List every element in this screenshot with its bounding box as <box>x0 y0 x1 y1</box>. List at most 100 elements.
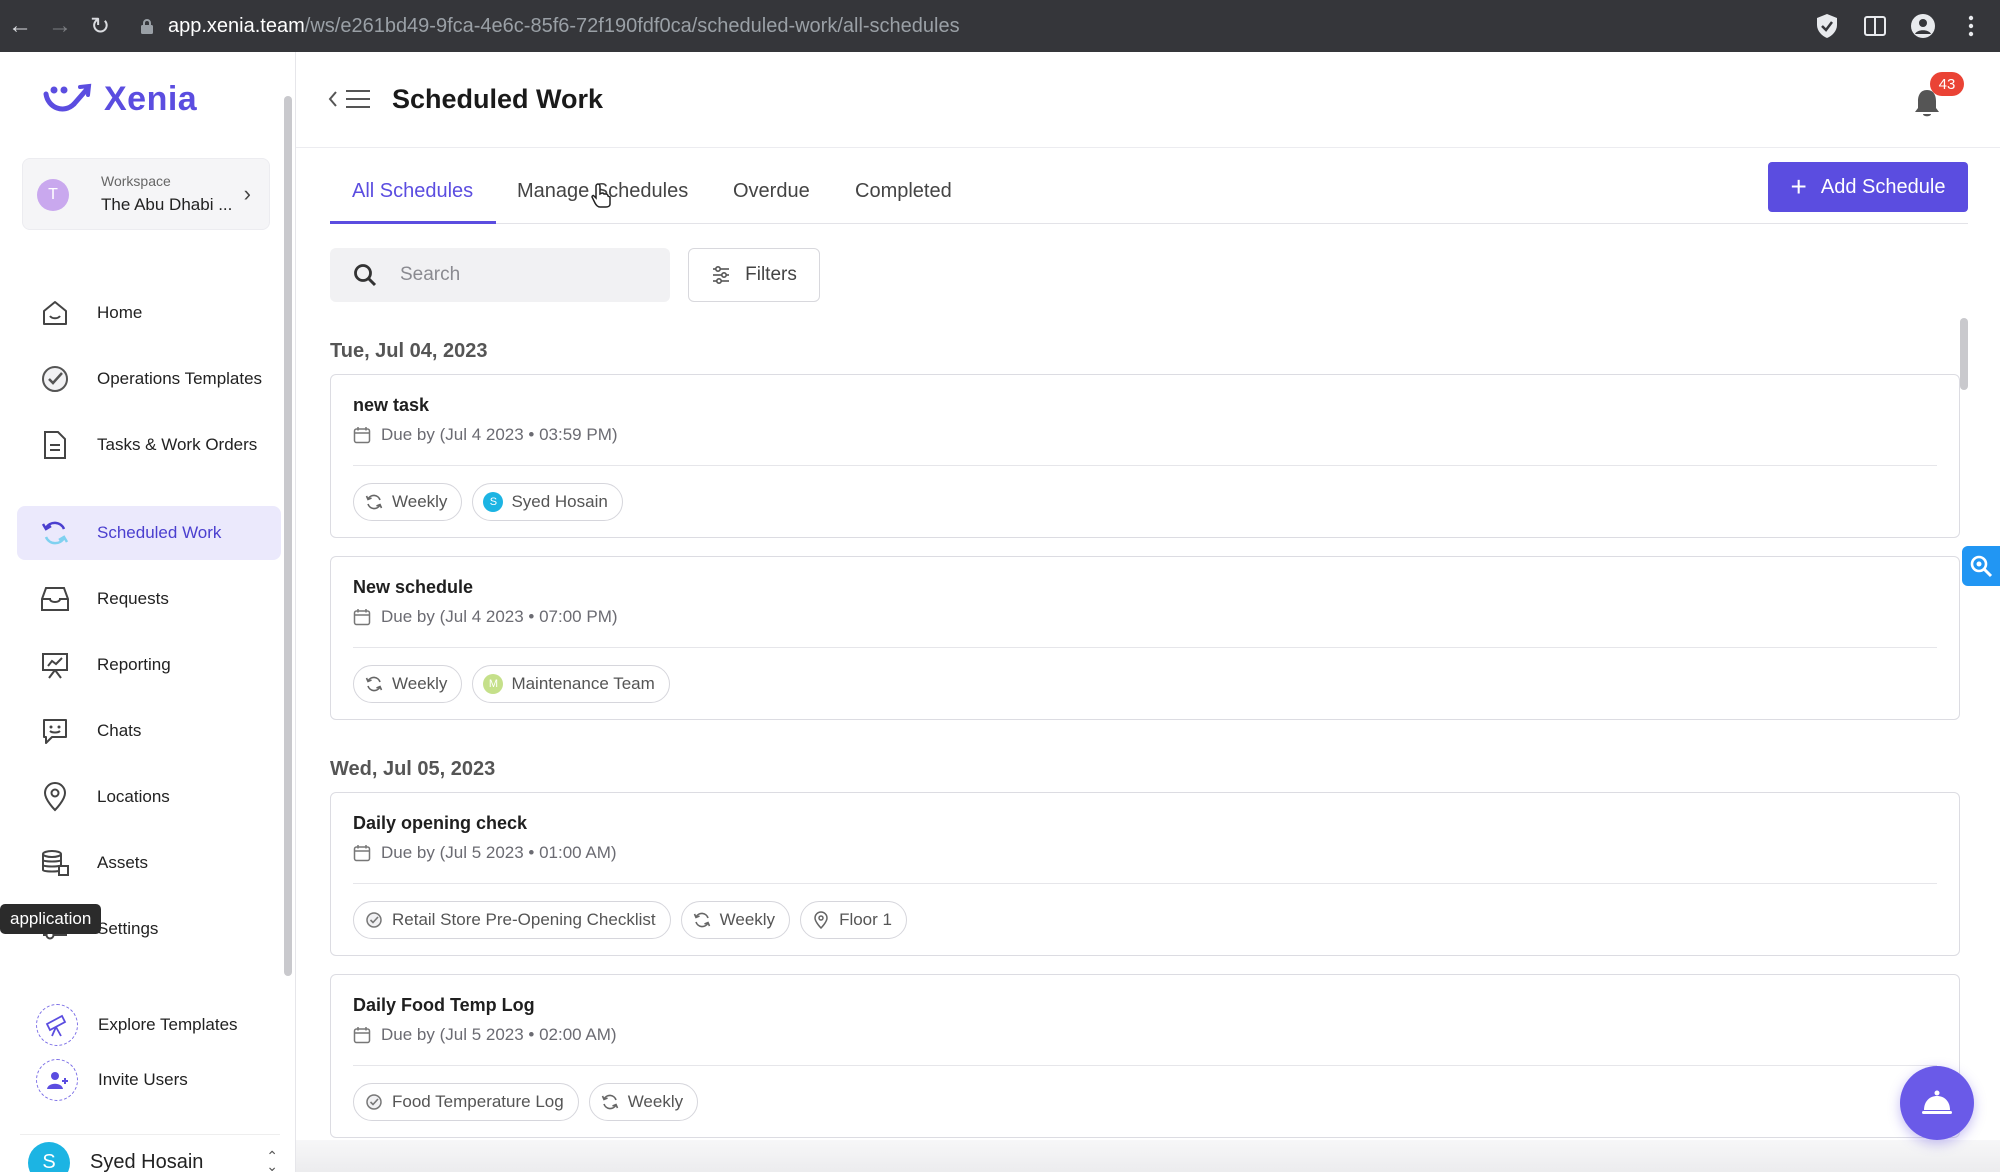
assignee-avatar: M <box>483 674 504 694</box>
logo[interactable]: Xenia <box>42 80 197 119</box>
lock-icon <box>141 19 153 34</box>
tab-all-schedules[interactable]: All Schedules <box>352 180 473 203</box>
zoom-search-widget[interactable] <box>1962 546 2000 586</box>
card-divider <box>353 883 1937 884</box>
sidebar-item-operations-templates[interactable]: Operations Templates <box>17 352 281 406</box>
schedule-title: Daily opening check <box>353 813 528 833</box>
recurrence-chip: Weekly <box>353 483 463 521</box>
shield-icon[interactable] <box>1814 13 1840 39</box>
calendar-icon <box>353 427 371 444</box>
database-icon <box>37 845 73 881</box>
sidebar-scrollbar[interactable] <box>284 96 292 976</box>
schedule-due: Due by (Jul 4 2023 • 03:59 PM) <box>353 425 618 445</box>
tab-bar: All Schedules Manage Schedules Overdue C… <box>330 162 1968 224</box>
explore-templates-link[interactable]: Explore Templates <box>36 1000 238 1050</box>
schedule-card[interactable]: new task Due by (Jul 4 2023 • 03:59 PM) … <box>330 374 1960 538</box>
tooltip: application <box>0 904 102 934</box>
sidebar-item-requests[interactable]: Requests <box>17 572 281 626</box>
assignee-chip: S Syed Hosain <box>472 483 623 521</box>
location-chip: Floor 1 <box>800 901 907 939</box>
home-icon <box>37 295 73 331</box>
schedule-card[interactable]: New schedule Due by (Jul 4 2023 • 07:00 … <box>330 556 1960 720</box>
recurrence-chip: Weekly <box>588 1083 699 1121</box>
chevron-right-icon: › <box>243 181 251 206</box>
forward-icon[interactable]: → <box>40 6 80 46</box>
back-icon[interactable]: ← <box>0 6 40 46</box>
presentation-chart-icon <box>37 647 73 683</box>
check-circle-icon <box>364 1092 384 1112</box>
hamburger-icon <box>346 90 370 108</box>
schedule-card[interactable]: Daily opening check Due by (Jul 5 2023 •… <box>330 792 1960 956</box>
workspace-label: Workspace <box>101 173 171 189</box>
tab-completed[interactable]: Completed <box>855 180 952 203</box>
sidebar-item-locations[interactable]: Locations <box>17 770 281 824</box>
chip-label: Weekly <box>392 492 448 511</box>
location-pin-icon <box>811 910 831 930</box>
notification-badge: 43 <box>1930 72 1964 96</box>
address-bar[interactable]: app.xenia.team/ws/e261bd49-9fca-4e6c-85f… <box>140 15 960 38</box>
template-chip: Retail Store Pre-Opening Checklist <box>353 901 671 939</box>
chip-label: Maintenance Team <box>511 674 655 693</box>
schedule-title: new task <box>353 395 430 415</box>
calendar-icon <box>353 1027 371 1044</box>
check-circle-icon <box>37 361 73 397</box>
calendar-icon <box>353 609 371 626</box>
sidebar-item-home[interactable]: Home <box>17 286 281 340</box>
sidebar-item-tasks-work-orders[interactable]: Tasks & Work Orders <box>17 418 281 472</box>
search-field[interactable] <box>330 248 670 302</box>
chip-label: Floor 1 <box>839 910 892 929</box>
date-group-heading: Wed, Jul 05, 2023 <box>330 758 496 780</box>
url-host: app.xenia.team <box>168 14 305 37</box>
profile-icon[interactable] <box>1910 13 1936 39</box>
chip-label: Weekly <box>392 674 448 693</box>
schedule-due-text: Due by (Jul 4 2023 • 07:00 PM) <box>381 607 618 626</box>
sidebar-item-scheduled-work[interactable]: Scheduled Work <box>17 506 281 560</box>
sidebar-item-reporting[interactable]: Reporting <box>17 638 281 692</box>
add-schedule-button[interactable]: + Add Schedule <box>1768 162 1968 212</box>
tab-overdue[interactable]: Overdue <box>733 180 810 203</box>
sidebar-item-label: Reporting <box>97 655 171 674</box>
page-header: Scheduled Work 43 <box>296 52 2000 148</box>
logo-text: Xenia <box>104 80 198 118</box>
assignee-chip: M Maintenance Team <box>472 665 670 703</box>
split-view-icon[interactable] <box>1862 13 1888 39</box>
chip-label: Weekly <box>627 1092 684 1111</box>
content-scrollbar[interactable] <box>1960 318 1968 390</box>
menu-toggle-button[interactable] <box>326 88 372 110</box>
recurring-icon <box>600 1092 620 1112</box>
schedule-due: Due by (Jul 5 2023 • 01:00 AM) <box>353 843 617 863</box>
search-icon <box>354 264 377 287</box>
schedule-title: Daily Food Temp Log <box>353 995 535 1015</box>
help-chat-button[interactable] <box>1900 1066 1974 1140</box>
sidebar-item-chats[interactable]: Chats <box>17 704 281 758</box>
date-group-heading: Tue, Jul 04, 2023 <box>330 340 488 362</box>
reload-icon[interactable]: ↻ <box>80 6 120 46</box>
search-input[interactable] <box>400 264 640 286</box>
chat-smile-icon <box>37 713 73 749</box>
sidebar-item-assets[interactable]: Assets <box>17 836 281 890</box>
page-title: Scheduled Work <box>392 84 604 114</box>
calendar-icon <box>353 845 371 862</box>
card-divider <box>353 1065 1937 1066</box>
schedule-card[interactable]: Daily Food Temp Log Due by (Jul 5 2023 •… <box>330 974 1960 1138</box>
check-circle-icon <box>364 910 384 930</box>
chip-label: Retail Store Pre-Opening Checklist <box>392 910 656 929</box>
recurring-icon <box>37 515 73 551</box>
schedule-due-text: Due by (Jul 5 2023 • 02:00 AM) <box>381 1025 617 1044</box>
workspace-switcher[interactable]: T Workspace The Abu Dhabi ... › <box>22 158 270 230</box>
recurring-icon <box>364 492 384 512</box>
more-vertical-icon[interactable] <box>1958 13 1984 39</box>
page-bottom-shade <box>296 1140 2000 1172</box>
filters-button[interactable]: Filters <box>688 248 820 302</box>
explore-templates-label: Explore Templates <box>98 1015 238 1034</box>
invite-users-link[interactable]: Invite Users <box>36 1055 188 1105</box>
user-menu[interactable]: S Syed Hosain ⌃ ⌄ <box>20 1134 280 1172</box>
plus-icon: + <box>1790 171 1807 202</box>
schedule-due: Due by (Jul 5 2023 • 02:00 AM) <box>353 1025 617 1045</box>
document-icon <box>37 427 73 463</box>
avatar-initial: S <box>42 1151 56 1172</box>
sidebar-item-label: Settings <box>97 919 159 938</box>
sidebar-item-label: Locations <box>97 787 170 806</box>
workspace-name: The Abu Dhabi ... <box>101 195 233 214</box>
template-chip: Food Temperature Log <box>353 1083 579 1121</box>
